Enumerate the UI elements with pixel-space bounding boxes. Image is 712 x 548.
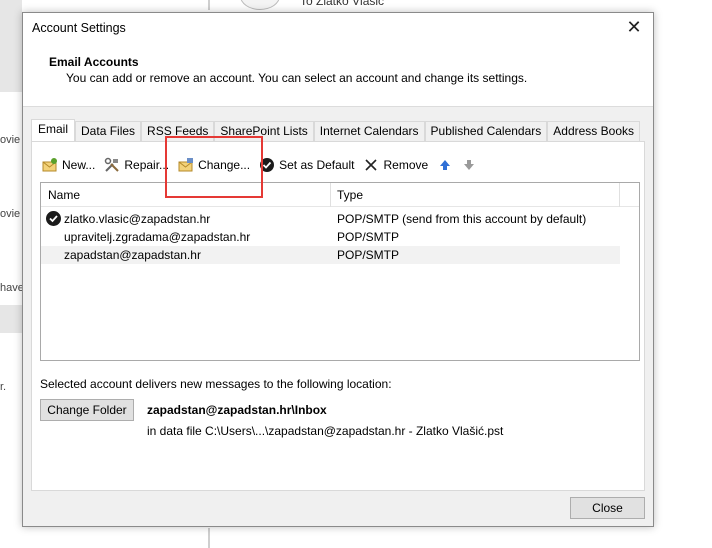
delivery-location-label: Selected account delivers new messages t…: [40, 377, 392, 391]
account-row[interactable]: upravitelj.zgradama@zapadstan.hr POP/SMT…: [41, 228, 620, 246]
delivery-folder-path: zapadstan@zapadstan.hr\Inbox: [147, 403, 327, 417]
account-type: POP/SMTP: [337, 248, 400, 262]
column-separator[interactable]: [330, 183, 331, 207]
remove-button-label: Remove: [383, 158, 429, 172]
account-row[interactable]: zlatko.vlasic@zapadstan.hr POP/SMTP (sen…: [41, 210, 620, 228]
remove-x-icon: [363, 157, 379, 173]
column-header-name[interactable]: Name: [48, 188, 80, 202]
background-fragment: ovie: [0, 208, 21, 220]
accounts-list: Name Type zlatko.vlasic@zapadstan.hr POP…: [40, 182, 640, 361]
title-bar: Account Settings ✕: [23, 13, 653, 43]
background-divider: [208, 528, 210, 548]
new-account-icon: [42, 157, 58, 173]
background-pane: ovie ovie have r.: [0, 0, 22, 548]
header-title: Email Accounts: [49, 55, 139, 69]
new-button[interactable]: New...: [42, 157, 95, 173]
account-type: POP/SMTP: [337, 230, 400, 244]
account-name: zapadstan@zapadstan.hr: [64, 248, 201, 262]
set-as-default-label: Set as Default: [279, 158, 355, 172]
list-header: Name Type: [41, 183, 639, 207]
checkmark-circle-icon: [259, 157, 275, 173]
email-tab-panel: New... Repair... Change... Set as Defaul…: [31, 141, 645, 491]
tab-data-files[interactable]: Data Files: [75, 121, 142, 142]
background-strip: [0, 305, 22, 333]
header-subtitle: You can add or remove an account. You ca…: [66, 71, 528, 85]
repair-button-label: Repair...: [124, 158, 170, 172]
dialog-header: Email Accounts You can add or remove an …: [23, 43, 653, 107]
data-file-path: in data file C:\Users\...\zapadstan@zapa…: [147, 424, 504, 438]
background-fragment: have: [0, 282, 22, 294]
change-account-icon: [178, 157, 194, 173]
close-button[interactable]: Close: [570, 497, 645, 519]
account-type: POP/SMTP (send from this account by defa…: [337, 212, 587, 226]
toolbar: New... Repair... Change... Set as Defaul…: [42, 155, 485, 175]
account-row-selected[interactable]: zapadstan@zapadstan.hr POP/SMTP: [41, 246, 620, 264]
column-header-type[interactable]: Type: [337, 188, 363, 202]
close-icon[interactable]: ✕: [623, 16, 645, 38]
remove-button[interactable]: Remove: [363, 157, 428, 173]
account-settings-dialog: Account Settings ✕ Email Accounts You ca…: [22, 12, 654, 527]
column-separator[interactable]: [619, 183, 620, 207]
default-account-icon: [46, 211, 61, 226]
background-fragment: r.: [0, 381, 7, 393]
repair-button[interactable]: Repair...: [104, 157, 169, 173]
background-strip: [0, 0, 22, 92]
account-name: upravitelj.zgradama@zapadstan.hr: [64, 230, 251, 244]
change-button-label: Change...: [198, 158, 251, 172]
avatar: [240, 0, 280, 10]
tab-internet-calendars[interactable]: Internet Calendars: [313, 121, 425, 142]
dialog-title: Account Settings: [32, 21, 126, 35]
background-divider: [208, 0, 210, 10]
tab-email[interactable]: Email: [31, 119, 76, 142]
tab-strip: Email Data Files RSS Feeds SharePoint Li…: [31, 119, 640, 142]
background-fragment: ovie: [0, 134, 21, 146]
set-as-default-button[interactable]: Set as Default: [259, 157, 354, 173]
new-button-label: New...: [62, 158, 96, 172]
repair-tools-icon: [104, 157, 120, 173]
arrow-up-icon[interactable]: [437, 157, 453, 173]
change-button[interactable]: Change...: [178, 157, 250, 173]
tab-address-books[interactable]: Address Books: [547, 121, 640, 142]
tab-rss-feeds[interactable]: RSS Feeds: [141, 121, 215, 142]
change-folder-button[interactable]: Change Folder: [40, 399, 134, 421]
background-recipient: To Zlatko Vlašić: [300, 0, 385, 8]
arrow-down-icon[interactable]: [461, 157, 477, 173]
tab-published-calendars[interactable]: Published Calendars: [424, 121, 548, 142]
tab-sharepoint-lists[interactable]: SharePoint Lists: [214, 121, 314, 142]
account-name: zlatko.vlasic@zapadstan.hr: [64, 212, 211, 226]
